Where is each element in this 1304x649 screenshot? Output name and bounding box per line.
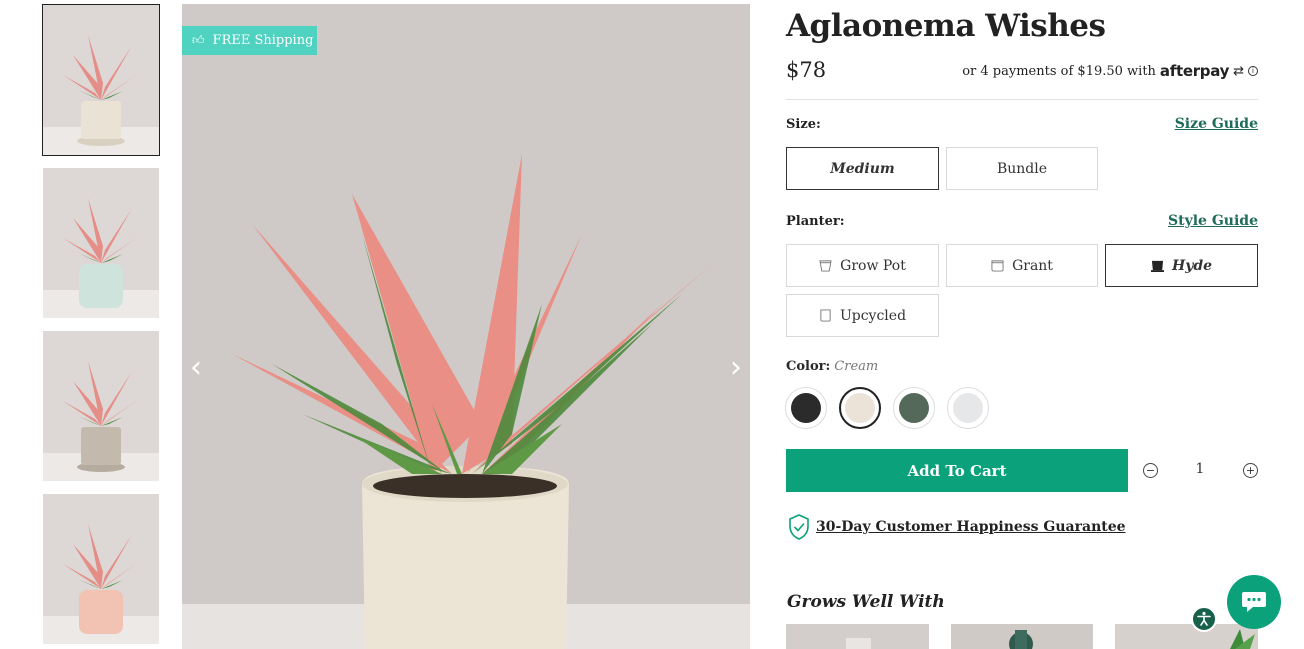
info-icon[interactable]: i bbox=[1248, 66, 1258, 76]
free-shipping-badge: 👍︎ FREE Shipping bbox=[182, 26, 317, 55]
thumbs-up-icon: 👍︎ bbox=[192, 33, 205, 47]
thumbnail-image bbox=[43, 5, 159, 155]
guarantee-link[interactable]: 30-Day Customer Happiness Guarantee bbox=[816, 519, 1126, 535]
thumbnail-1[interactable] bbox=[42, 4, 160, 156]
swatch-fill bbox=[791, 393, 821, 423]
quantity-increase-button[interactable]: + bbox=[1243, 463, 1258, 478]
chat-bubble-icon bbox=[1242, 592, 1266, 612]
chat-button[interactable] bbox=[1227, 575, 1281, 629]
planter-option-label: Hyde bbox=[1171, 257, 1213, 274]
color-label: Color: Cream bbox=[786, 359, 878, 374]
color-label-text: Color: bbox=[786, 359, 831, 374]
accessibility-button[interactable] bbox=[1191, 606, 1217, 632]
swatch-fill bbox=[845, 393, 875, 423]
accessibility-icon bbox=[1197, 611, 1211, 626]
thumbnail-image bbox=[43, 494, 159, 644]
size-option-label: Medium bbox=[830, 160, 895, 177]
size-option-label: Bundle bbox=[996, 160, 1048, 177]
grant-planter-icon bbox=[991, 260, 1004, 272]
size-option-bundle[interactable]: Bundle bbox=[946, 147, 1098, 190]
hyde-planter-icon bbox=[1150, 260, 1164, 272]
quantity-decrease-button[interactable]: − bbox=[1143, 463, 1158, 478]
product-title: Aglaonema Wishes bbox=[786, 8, 1106, 44]
color-swatch-cream[interactable] bbox=[839, 387, 881, 429]
thumbnail-image bbox=[43, 168, 159, 318]
size-option-medium[interactable]: Medium bbox=[786, 147, 939, 190]
planter-option-grow-pot[interactable]: Grow Pot bbox=[786, 244, 939, 287]
thumbnail-3[interactable] bbox=[43, 331, 159, 481]
grow-pot-icon bbox=[819, 260, 832, 272]
shield-check-icon bbox=[789, 514, 809, 540]
planter-label: Planter: bbox=[786, 214, 845, 229]
guarantee-row: 30-Day Customer Happiness Guarantee bbox=[788, 514, 1126, 540]
recommendation-image bbox=[951, 624, 1093, 649]
color-swatch-black[interactable] bbox=[785, 387, 827, 429]
badge-label: FREE Shipping bbox=[212, 33, 314, 48]
size-guide-link[interactable]: Size Guide bbox=[1175, 116, 1258, 132]
recommendation-card[interactable] bbox=[951, 624, 1094, 649]
planter-option-hyde[interactable]: Hyde bbox=[1105, 244, 1258, 287]
swatch-fill bbox=[899, 393, 929, 423]
afterpay-arrows-icon: ⇄ bbox=[1233, 63, 1244, 79]
afterpay-info: or 4 payments of $19.50 with afterpay ⇄ … bbox=[962, 62, 1258, 80]
planter-option-grant[interactable]: Grant bbox=[946, 244, 1098, 287]
upcycled-planter-icon bbox=[820, 309, 831, 322]
prev-image-arrow[interactable]: ‹ bbox=[184, 352, 208, 384]
main-product-image[interactable]: 👍︎ FREE Shipping bbox=[182, 4, 750, 649]
product-photo bbox=[182, 4, 750, 649]
color-swatch-green[interactable] bbox=[893, 387, 935, 429]
selected-color-name: Cream bbox=[834, 359, 879, 374]
quantity-value[interactable]: 1 bbox=[1190, 461, 1210, 477]
swatch-fill bbox=[953, 393, 983, 423]
planter-option-label: Grant bbox=[1012, 257, 1053, 274]
afterpay-text: or 4 payments of $19.50 with bbox=[962, 63, 1156, 79]
recommendation-card[interactable] bbox=[1115, 624, 1258, 649]
recommendation-card[interactable] bbox=[786, 624, 929, 649]
afterpay-logo: afterpay bbox=[1159, 62, 1230, 80]
color-swatch-white[interactable] bbox=[947, 387, 989, 429]
size-label: Size: bbox=[786, 117, 821, 132]
thumbnail-2[interactable] bbox=[43, 168, 159, 318]
grows-well-with-heading: Grows Well With bbox=[787, 592, 945, 612]
recommendation-image bbox=[786, 624, 929, 649]
planter-option-label: Grow Pot bbox=[840, 257, 906, 274]
recommendation-image bbox=[1115, 624, 1258, 649]
planter-option-label: Upcycled bbox=[839, 307, 907, 324]
style-guide-link[interactable]: Style Guide bbox=[1168, 213, 1258, 229]
divider bbox=[786, 99, 1258, 100]
thumbnail-image bbox=[43, 331, 159, 481]
next-image-arrow[interactable]: › bbox=[724, 352, 748, 384]
product-price: $78 bbox=[786, 58, 827, 82]
thumbnail-4[interactable] bbox=[43, 494, 159, 644]
add-to-cart-button[interactable]: Add To Cart bbox=[786, 449, 1128, 492]
planter-option-upcycled[interactable]: Upcycled bbox=[786, 294, 939, 337]
